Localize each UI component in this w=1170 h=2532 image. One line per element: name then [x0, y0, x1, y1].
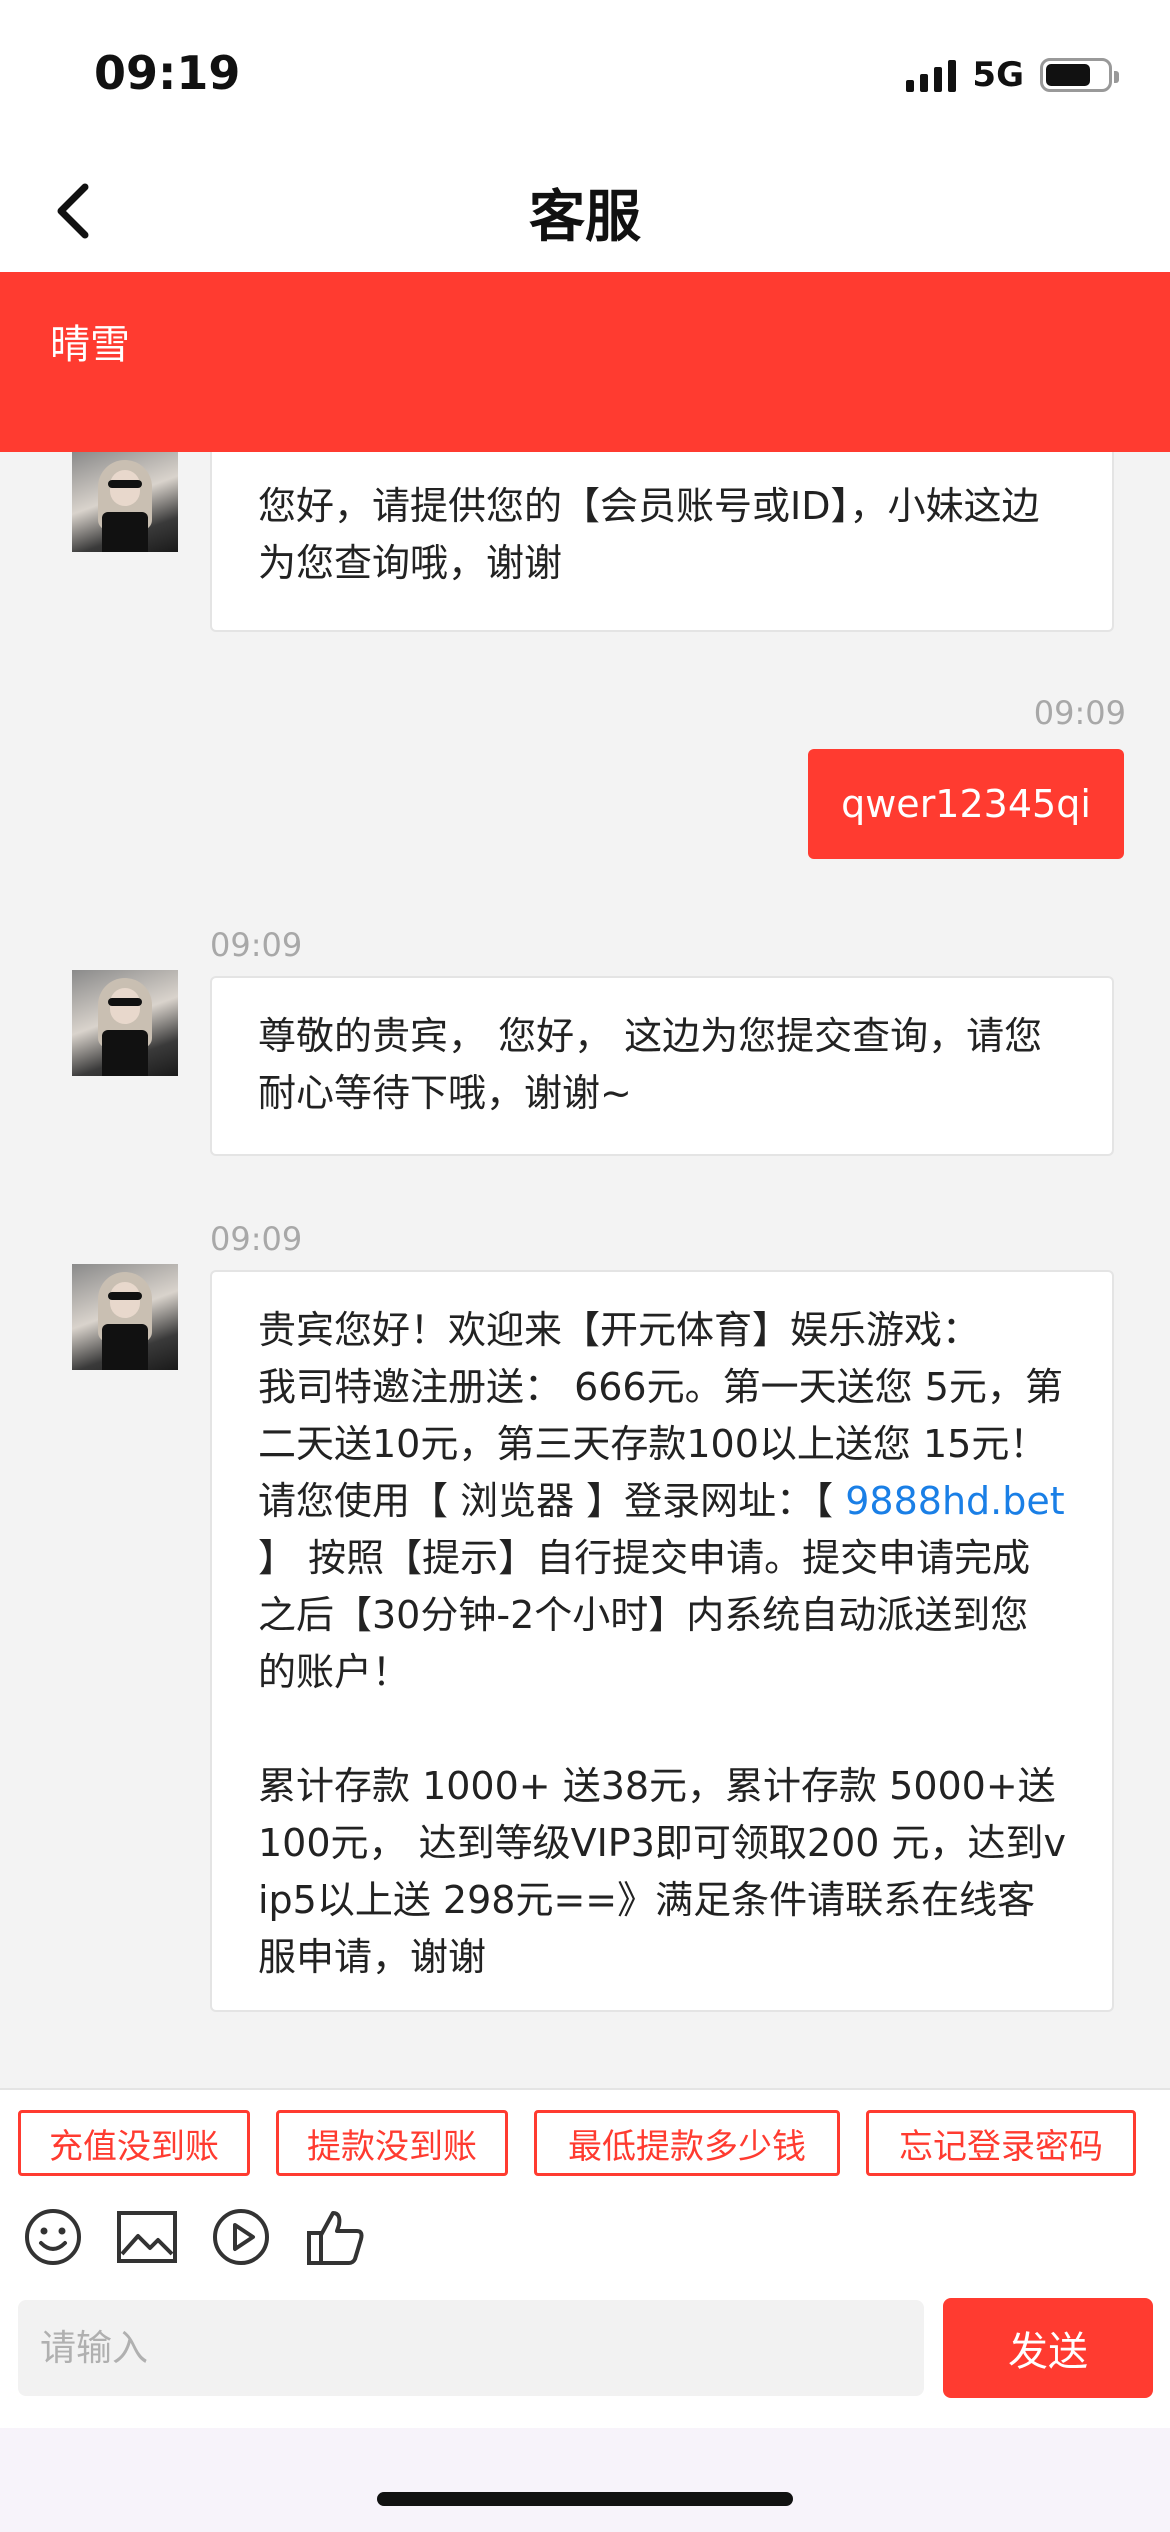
status-indicators: 5G	[906, 52, 1119, 98]
send-button[interactable]: 发送	[943, 2298, 1153, 2398]
thumbs-up-icon	[307, 2211, 364, 2265]
message-link[interactable]: 9888hd.bet	[845, 1479, 1064, 1523]
message-time: 09:09	[1033, 694, 1126, 732]
signal-icon	[906, 58, 957, 92]
message-bubble-agent: 您好，请提供您的【会员账号或ID】，小妹这边为您查询哦，谢谢	[210, 452, 1114, 632]
message-bubble-agent: 贵宾您好！欢迎来【开元体育】娱乐游戏： 我司特邀注册送： 666元。第一天送您 …	[210, 1270, 1114, 2012]
agent-avatar	[72, 1264, 178, 1370]
quick-replies: 充值没到账 提款没到账 最低提款多少钱 忘记登录密码	[18, 2110, 1136, 2176]
message-bubble-agent: 尊敬的贵宾， 您好， 这边为您提交查询，请您耐心等待下哦，谢谢~	[210, 976, 1114, 1156]
video-button[interactable]	[210, 2206, 272, 2268]
network-label: 5G	[972, 55, 1024, 95]
nav-bar: 客服	[0, 150, 1170, 272]
quick-reply-button[interactable]: 提款没到账	[276, 2110, 508, 2176]
agent-name: 晴雪	[50, 322, 130, 368]
message-time: 09:09	[210, 1220, 303, 1258]
agent-banner: 晴雪	[0, 272, 1170, 452]
home-area	[0, 2428, 1170, 2532]
bottom-panel: 充值没到账 提款没到账 最低提款多少钱 忘记登录密码 请输入 发送	[0, 2088, 1170, 2428]
agent-avatar	[72, 970, 178, 1076]
emoji-icon	[25, 2209, 81, 2265]
page-title: 客服	[529, 185, 641, 250]
image-icon	[117, 2211, 177, 2263]
message-text: 】 按照【提示】自行提交申请。提交申请完成之后【30分钟-2个小时】内系统自动派…	[258, 1536, 1067, 1979]
toolbar	[22, 2206, 366, 2268]
quick-reply-button[interactable]: 最低提款多少钱	[534, 2110, 840, 2176]
home-indicator[interactable]	[377, 2492, 793, 2506]
agent-avatar	[72, 452, 178, 552]
message-time: 09:09	[210, 926, 303, 964]
message-bubble-user: qwer12345qi	[808, 749, 1124, 859]
quick-reply-button[interactable]: 忘记登录密码	[866, 2110, 1136, 2176]
quick-reply-button[interactable]: 充值没到账	[18, 2110, 250, 2176]
status-time: 09:19	[94, 46, 241, 100]
image-button[interactable]	[116, 2206, 178, 2268]
chat-area[interactable]: 您好，请提供您的【会员账号或ID】，小妹这边为您查询哦，谢谢 09:09 qwe…	[0, 452, 1170, 2088]
like-button[interactable]	[304, 2206, 366, 2268]
status-bar: 09:19 5G	[0, 0, 1170, 150]
battery-icon	[1040, 58, 1119, 92]
video-icon	[213, 2209, 269, 2265]
battery-level	[1046, 64, 1091, 86]
emoji-button[interactable]	[22, 2206, 84, 2268]
message-input[interactable]	[18, 2300, 924, 2396]
